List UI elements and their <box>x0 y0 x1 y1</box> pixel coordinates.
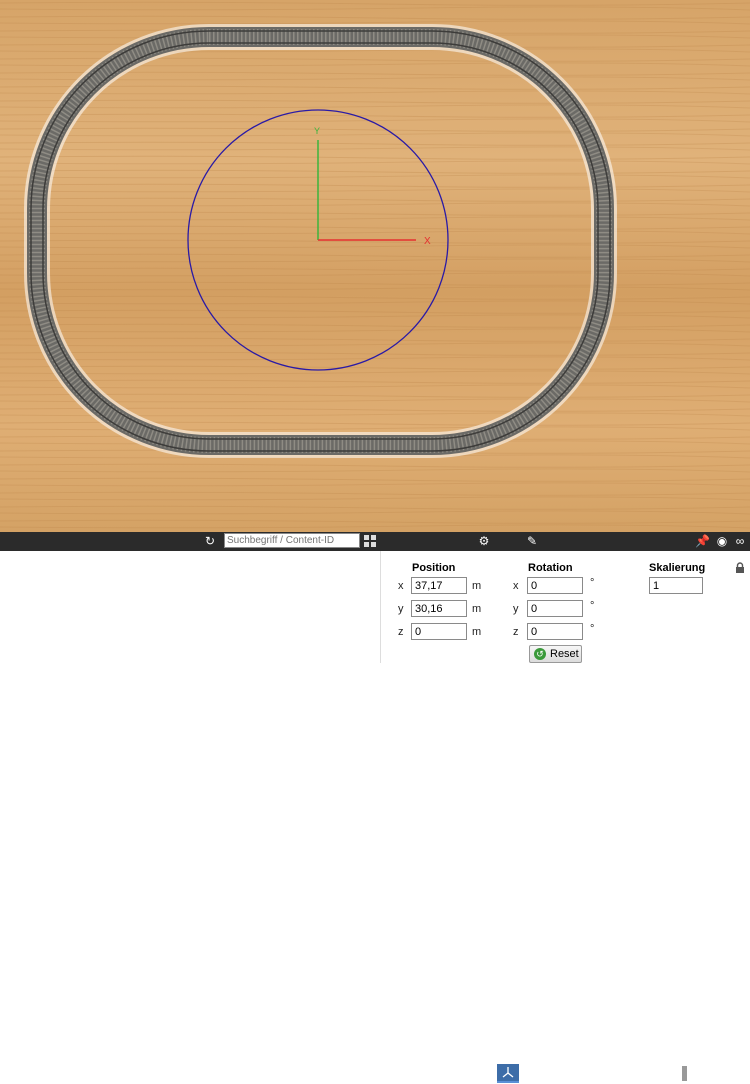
scale-field[interactable] <box>649 577 703 594</box>
position-z-label: z <box>398 626 404 638</box>
scale-header: Skalierung <box>649 562 706 574</box>
3d-viewport[interactable]: Y X <box>0 0 750 532</box>
eye-icon[interactable]: ◉ <box>714 532 730 551</box>
position-header: Position <box>412 562 456 574</box>
grid-view-icon[interactable] <box>364 535 376 547</box>
position-y-label: y <box>398 603 404 615</box>
rotation-y-unit: ° <box>590 600 595 612</box>
rotation-y-field[interactable] <box>527 600 583 617</box>
reset-button[interactable]: ↺ Reset <box>529 645 582 663</box>
reset-label: Reset <box>550 648 579 660</box>
position-z-unit: m <box>472 626 482 638</box>
rotation-z-field[interactable] <box>527 623 583 640</box>
axis-icon <box>502 1067 514 1078</box>
position-z-field[interactable] <box>411 623 467 640</box>
position-x-field[interactable] <box>411 577 467 594</box>
tab-eigenschaften[interactable]: Eigenschaften <box>394 1064 469 1083</box>
scene-canvas[interactable]: Y X <box>0 0 750 532</box>
rotation-z-label: z <box>513 626 519 638</box>
rotation-x-field[interactable] <box>527 577 583 594</box>
gear-icon[interactable]: ⚙ <box>477 532 491 551</box>
rotation-x-label: x <box>513 580 519 592</box>
position-x-unit: m <box>472 580 482 592</box>
pin-icon[interactable]: 📌 <box>695 532 710 551</box>
position-y-unit: m <box>472 603 482 615</box>
content-list-panel <box>0 551 381 663</box>
search-input[interactable] <box>224 533 360 548</box>
reset-icon: ↺ <box>534 648 546 660</box>
link-icon[interactable]: ∞ <box>733 532 747 551</box>
position-x-label: x <box>398 580 404 592</box>
rotation-x-unit: ° <box>590 577 595 589</box>
y-axis-label: Y <box>314 126 320 136</box>
toolbar-separator <box>682 1066 687 1081</box>
rotation-y-label: y <box>513 603 519 615</box>
x-axis-label: X <box>424 236 431 247</box>
rotation-z-unit: ° <box>590 623 595 635</box>
refresh-icon[interactable]: ↻ <box>203 532 217 551</box>
axis-tool-tab[interactable] <box>497 1064 519 1083</box>
brush-icon[interactable]: ✎ <box>525 532 539 551</box>
rotation-header: Rotation <box>528 562 573 574</box>
lock-icon[interactable] <box>735 562 745 574</box>
position-y-field[interactable] <box>411 600 467 617</box>
